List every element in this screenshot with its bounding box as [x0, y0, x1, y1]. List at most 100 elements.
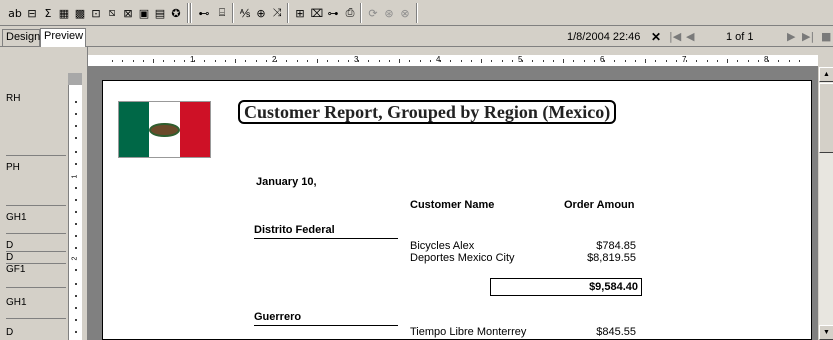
- ruler-tick: [511, 60, 513, 62]
- ruler-tick: [378, 60, 380, 62]
- section-label-gh1[interactable]: GH1: [6, 212, 66, 223]
- ruler-tick: [737, 60, 739, 62]
- field-text-icon[interactable]: ab: [7, 4, 23, 22]
- section-label-rh[interactable]: RH: [6, 93, 66, 104]
- select-expert-icon[interactable]: ⊞: [293, 4, 307, 22]
- refresh-icon[interactable]: ⟳: [366, 4, 380, 22]
- ole-object-icon[interactable]: ⊡: [89, 4, 103, 22]
- group-name-distrito-federal[interactable]: Distrito Federal: [254, 224, 335, 236]
- customer-name-cell[interactable]: Tiempo Libre Monterrey: [410, 326, 526, 338]
- ruler-tick: [460, 60, 462, 62]
- section-label-ph[interactable]: PH: [6, 162, 66, 173]
- stop-icon[interactable]: ■: [821, 30, 831, 43]
- ruler-tick: [665, 60, 667, 62]
- ruler-tick: [788, 60, 790, 62]
- ruler-tick: [337, 60, 339, 62]
- last-page-icon[interactable]: ▶|: [802, 30, 814, 43]
- list-icon[interactable]: ⊟: [25, 4, 39, 22]
- section-divider: [6, 233, 66, 234]
- report-date[interactable]: January 10,: [256, 176, 317, 188]
- previous-page-icon[interactable]: ◀: [686, 30, 694, 43]
- link-icon[interactable]: ⊷: [197, 4, 211, 22]
- ruler-tick: [132, 60, 134, 62]
- section-label-d[interactable]: D: [6, 240, 66, 251]
- globe-icon[interactable]: ✪: [169, 4, 183, 22]
- ruler-tick: [614, 60, 616, 62]
- ruler-tick: [142, 60, 144, 62]
- ruler-tick: [573, 60, 575, 62]
- line-icon[interactable]: ⧅: [105, 4, 119, 22]
- order-amount-cell[interactable]: $8,819.55: [560, 252, 636, 264]
- chart-icon[interactable]: ▩: [73, 4, 87, 22]
- horizontal-ruler: 1 2 3 4 5 6 7 8: [88, 55, 818, 67]
- section-label-d[interactable]: D: [6, 327, 66, 338]
- format-icon[interactable]: ⅍: [238, 4, 252, 22]
- ruler-tick: [429, 60, 431, 62]
- box-icon[interactable]: ⊠: [121, 4, 135, 22]
- section-label-gh1[interactable]: GH1: [6, 297, 66, 308]
- toolbar-separator: [416, 3, 418, 23]
- ruler-tick: [255, 60, 257, 62]
- section-label-d[interactable]: D: [6, 252, 66, 263]
- first-page-icon[interactable]: |◀: [669, 30, 681, 43]
- help-icon[interactable]: ⊛: [382, 4, 396, 22]
- ruler-tick: [235, 59, 236, 63]
- ruler-tick: [409, 60, 411, 62]
- picture-icon[interactable]: ▣: [137, 4, 151, 22]
- ruler-tick: [122, 60, 124, 62]
- ruler-tick: [727, 59, 728, 63]
- scrollbar-thumb[interactable]: [819, 83, 833, 153]
- scroll-up-icon[interactable]: ▲: [819, 67, 833, 82]
- tab-preview[interactable]: Preview: [40, 28, 86, 47]
- report-title[interactable]: Customer Report, Grouped by Region (Mexi…: [238, 100, 617, 124]
- map-icon[interactable]: ▤: [153, 4, 167, 22]
- scroll-down-icon[interactable]: ▼: [819, 325, 833, 340]
- cross-tab-icon[interactable]: ▦: [57, 4, 71, 22]
- column-header-customer-name[interactable]: Customer Name: [410, 199, 494, 211]
- sum-icon[interactable]: Σ: [41, 4, 55, 22]
- vertical-scrollbar[interactable]: ▲ ▼: [818, 67, 833, 340]
- ruler-tick: [532, 60, 534, 62]
- formula-icon[interactable]: ⌧: [310, 4, 324, 22]
- ruler-tick: [778, 60, 780, 62]
- group-total-amount[interactable]: $9,584.40: [560, 281, 638, 293]
- next-page-icon[interactable]: ▶: [787, 30, 795, 43]
- flag-stripe-red: [179, 102, 210, 157]
- ruler-tick: [501, 60, 503, 62]
- ruler-tick: [163, 60, 165, 62]
- ruler-tick: [183, 60, 185, 62]
- ruler-tick: [296, 60, 298, 62]
- ruler-label: 3: [354, 55, 359, 64]
- ruler-tick: [696, 60, 698, 62]
- column-header-order-amount[interactable]: Order Amoun: [564, 199, 635, 211]
- vertical-ruler: 1 2: [68, 73, 82, 340]
- report-icon[interactable]: ⌸: [215, 4, 229, 22]
- coat-of-arms-icon: [149, 122, 180, 137]
- ruler-tick: [757, 60, 759, 62]
- customer-name-cell[interactable]: Deportes Mexico City: [410, 252, 515, 264]
- parameter-icon[interactable]: ⊶: [326, 4, 340, 22]
- vertical-ruler-marker: [68, 73, 82, 85]
- ruler-tick: [368, 60, 370, 62]
- ruler-tick: [419, 60, 421, 62]
- order-amount-cell[interactable]: $845.55: [560, 326, 636, 338]
- toolbar-separator: [190, 3, 192, 23]
- group-underline: [254, 238, 398, 239]
- zoom-icon[interactable]: ⊗: [398, 4, 412, 22]
- section-divider: [6, 155, 66, 156]
- ruler-tick: [327, 60, 329, 62]
- close-view-icon[interactable]: ✕: [651, 30, 661, 44]
- group-icon[interactable]: ⊕: [254, 4, 268, 22]
- ruler-tick: [173, 60, 175, 62]
- ruler-tick: [747, 60, 749, 62]
- ruler-tick: [317, 59, 318, 63]
- customer-name-cell[interactable]: Bicycles Alex: [410, 240, 474, 252]
- section-label-gf1[interactable]: GF1: [6, 264, 66, 275]
- export-icon[interactable]: ⎙: [343, 4, 357, 22]
- order-amount-cell[interactable]: $784.85: [560, 240, 636, 252]
- group-name-guerrero[interactable]: Guerrero: [254, 311, 301, 323]
- toolbar-separator: [287, 3, 289, 23]
- tab-design[interactable]: Design: [2, 29, 40, 46]
- sort-icon[interactable]: ⤨: [270, 4, 284, 22]
- section-divider: [6, 318, 66, 319]
